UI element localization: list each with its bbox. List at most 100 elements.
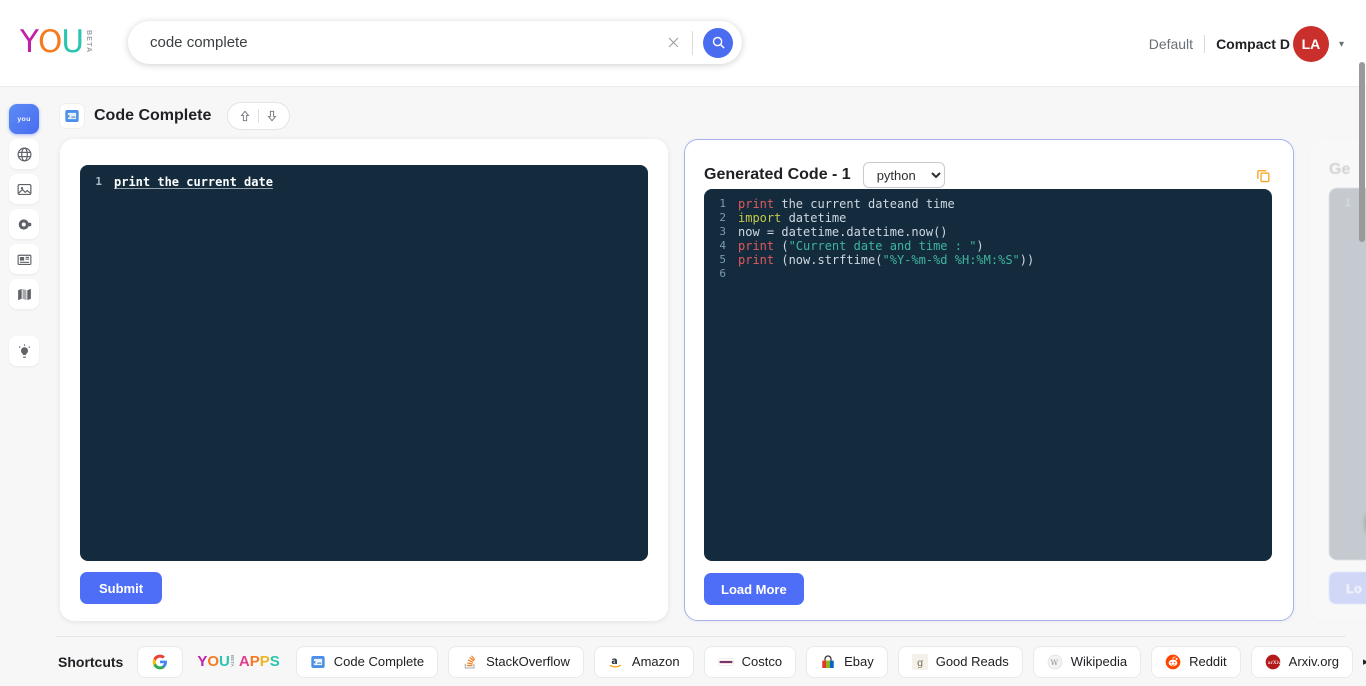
amazon-icon: a (609, 656, 621, 668)
generated-code-title: Generated Code - 1 (704, 166, 851, 183)
code-line: 3 now = datetime.datetime.now() (704, 225, 1272, 239)
image-icon (17, 183, 31, 195)
generated-code-title-next: Ge (1329, 161, 1351, 178)
ebay-icon (822, 654, 834, 668)
copy-code-button[interactable] (1252, 164, 1274, 186)
youapps-o: O (207, 653, 220, 670)
shortcut-costco[interactable]: Costco (703, 645, 797, 678)
shortcut-reddit[interactable]: Reddit (1151, 645, 1241, 678)
sidebar-item-news[interactable] (9, 244, 39, 274)
load-more-button[interactable]: Load More (704, 573, 804, 605)
logo-letter-y: Y (20, 24, 39, 60)
shortcut-ebay[interactable]: Ebay (806, 645, 888, 678)
stackoverflow-icon (464, 654, 476, 669)
left-sidebar: you (0, 87, 48, 686)
sidebar-item-maps[interactable] (9, 279, 39, 309)
mode-compact-dense[interactable]: Compact D (1205, 36, 1301, 52)
search-icon (712, 36, 725, 49)
upvote-button[interactable] (232, 103, 258, 129)
video-camera-icon (18, 218, 31, 230)
shortcut-arxiv[interactable]: arXiv Arxiv.org (1250, 645, 1353, 678)
goodreads-icon: g (911, 653, 928, 670)
arrow-down-icon (267, 110, 277, 122)
generated-code-card-next[interactable]: Ge 1 Lo (1310, 139, 1366, 621)
results-carousel: 1 print the current date Submit Generate… (60, 139, 1366, 621)
vote-controls (227, 102, 291, 130)
svg-text:g: g (917, 658, 924, 669)
shortcuts-bar: Shortcuts Y O U BETA A P P S Code Comple… (0, 637, 1366, 686)
shortcut-wikipedia[interactable]: W Wikipedia (1032, 645, 1142, 678)
code-token: "%Y-%m-%d %H:%M:%S" (882, 253, 1020, 267)
language-select[interactable]: pythonjavascriptjavac++go (862, 162, 945, 188)
code-window-icon (65, 110, 79, 122)
logo-letter-u: U (61, 24, 84, 60)
lightbulb-icon (18, 343, 30, 358)
youapps-y: Y (197, 653, 208, 670)
code-token: print (738, 253, 775, 267)
shortcuts-label: Shortcuts (58, 653, 124, 670)
prompt-card: 1 print the current date Submit (60, 139, 668, 621)
submit-button[interactable]: Submit (80, 572, 163, 604)
code-token: ( (774, 239, 789, 253)
code-line: 4 print ("Current date and time : ") (704, 239, 1272, 253)
sidebar-item-images[interactable] (9, 174, 39, 204)
line-number: 6 (719, 267, 726, 280)
you-apps-logo[interactable]: Y O U BETA A P P S (197, 654, 279, 669)
sidebar-item-video[interactable] (9, 209, 39, 239)
shortcut-label: Code Complete (333, 654, 425, 669)
code-token: "Current date and time : " (788, 239, 977, 253)
code-token: import (738, 211, 782, 225)
header-divider (0, 86, 1366, 87)
header-right-controls: Default Compact D LA ▾ (1138, 26, 1344, 62)
chevron-down-icon[interactable]: ▾ (1339, 39, 1344, 50)
logo-letter-o: O (37, 24, 62, 60)
code-line: 5 print (now.strftime("%Y-%m-%d %H:%M:%S"… (704, 253, 1272, 267)
code-token: print (738, 239, 775, 253)
code-token: (now.strftime( (774, 253, 883, 267)
sidebar-item-web[interactable] (9, 139, 39, 169)
you-logo[interactable]: Y O U BETA (20, 27, 92, 58)
shortcut-goodreads[interactable]: g Good Reads (897, 645, 1023, 678)
prompt-editor[interactable]: 1 print the current date (80, 165, 648, 561)
shortcut-google[interactable] (137, 645, 184, 678)
code-complete-app-icon (60, 104, 84, 128)
youapps-a: A (238, 653, 250, 670)
youapps-s: S (269, 653, 280, 670)
clear-search-button[interactable] (660, 30, 686, 56)
search-input[interactable] (128, 34, 660, 51)
arxiv-icon: arXiv (1265, 654, 1281, 669)
shortcut-label: Ebay (844, 654, 874, 669)
reddit-icon (1165, 654, 1181, 669)
shortcut-label: Good Reads (935, 654, 1009, 669)
shortcut-code-complete[interactable]: Code Complete (295, 645, 439, 678)
you-mini-logo: you (17, 116, 31, 122)
search-divider (692, 30, 693, 55)
editor-line: 1 print the current date (80, 175, 648, 189)
search-submit-button[interactable] (703, 27, 733, 58)
sidebar-item-you-home[interactable]: you (9, 104, 39, 134)
code-line-text: print (now.strftime("%Y-%m-%d %H:%M:%S")… (738, 253, 1034, 267)
generated-code-viewer[interactable]: 1 print the current dateand time 2 import d… (704, 189, 1272, 561)
news-icon (17, 254, 31, 265)
shortcut-stackoverflow[interactable]: StackOverflow (448, 645, 584, 678)
line-number: 5 (719, 253, 726, 266)
downvote-button[interactable] (259, 103, 285, 129)
sidebar-item-ideas[interactable] (9, 336, 39, 366)
code-token: now = datetime.datetime.now() (738, 225, 948, 239)
mode-default[interactable]: Default (1138, 36, 1204, 52)
code-line: 2 import datetime (704, 211, 1272, 225)
shortcut-label: StackOverflow (486, 654, 570, 669)
line-number: 1 (1344, 197, 1351, 209)
code-line-text: print ("Current date and time : ") (738, 239, 984, 253)
top-header: Y O U BETA Default Compact D LA ▾ (0, 0, 1366, 86)
code-token: print (738, 197, 775, 211)
generated-code-card: Generated Code - 1 pythonjavascriptjavac… (684, 139, 1294, 621)
map-icon (17, 288, 31, 300)
code-token: ) (976, 239, 984, 253)
copy-icon (1256, 169, 1269, 182)
page-scrollbar-thumb[interactable] (1359, 62, 1365, 242)
code-complete-icon (311, 655, 325, 668)
avatar[interactable]: LA (1292, 26, 1329, 62)
shortcut-amazon[interactable]: a Amazon (593, 645, 694, 678)
code-line-text: import datetime (738, 211, 846, 225)
